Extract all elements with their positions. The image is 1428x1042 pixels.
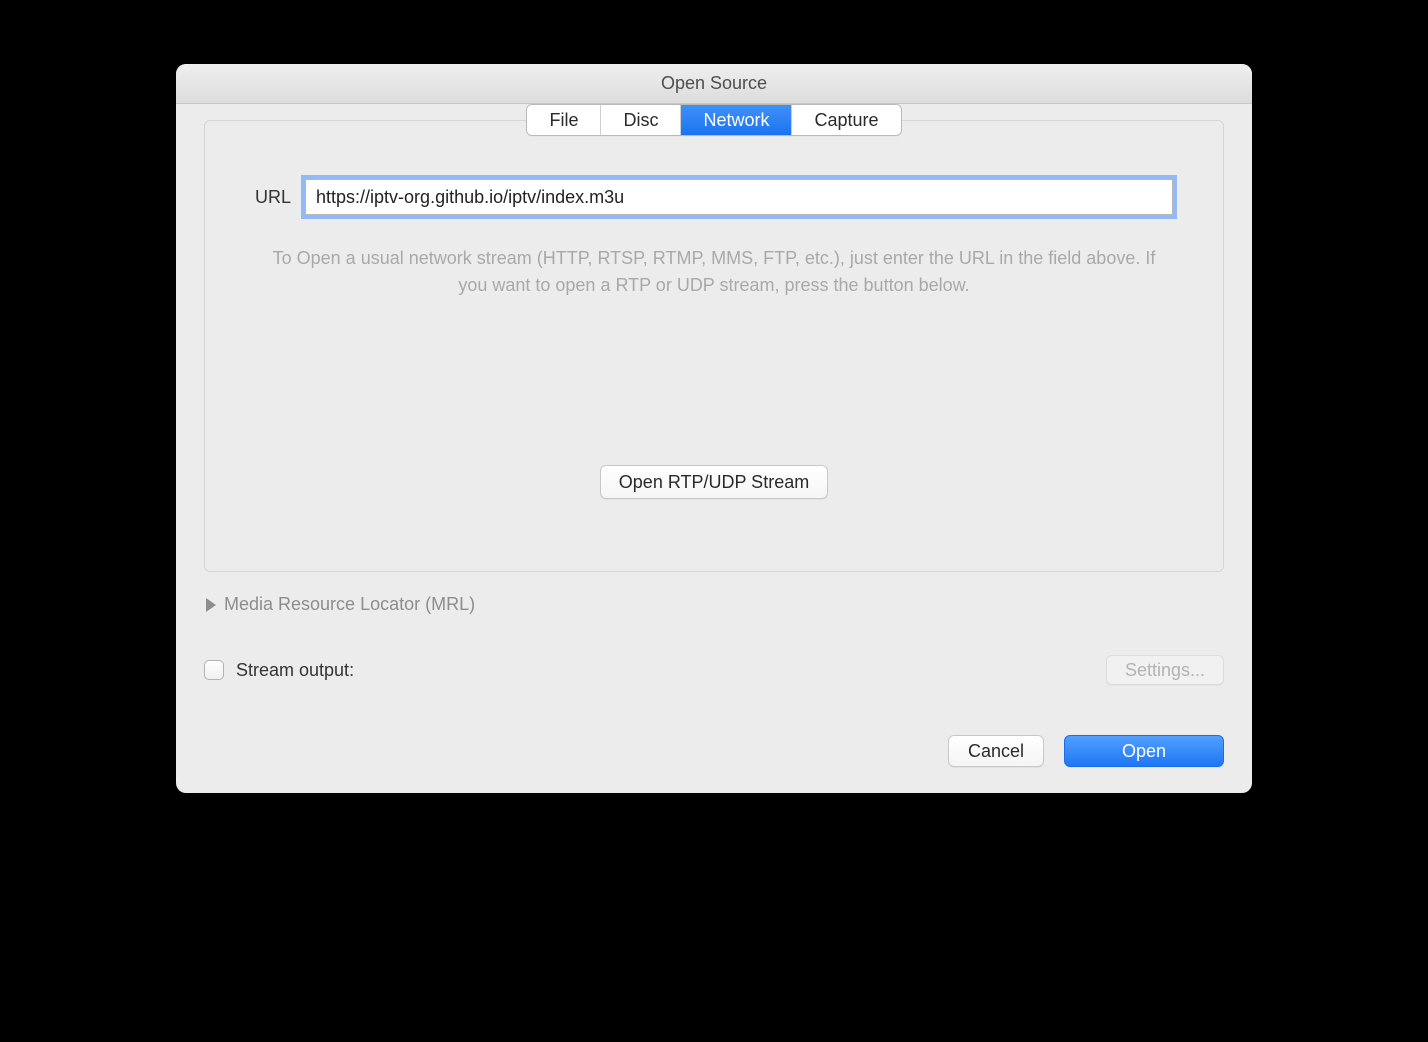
tab-capture[interactable]: Capture (792, 105, 900, 135)
tab-bar: File Disc Network Capture (204, 104, 1224, 136)
dialog-footer: Cancel Open (204, 735, 1224, 767)
tab-file[interactable]: File (527, 105, 601, 135)
mrl-label: Media Resource Locator (MRL) (224, 594, 475, 615)
network-panel: URL To Open a usual network stream (HTTP… (204, 120, 1224, 572)
stream-output-row: Stream output: Settings... (204, 655, 1224, 685)
url-row: URL (255, 179, 1173, 215)
rtp-row: Open RTP/UDP Stream (255, 465, 1173, 499)
mrl-disclosure[interactable]: Media Resource Locator (MRL) (204, 594, 1224, 615)
url-label: URL (255, 187, 291, 208)
url-input[interactable] (305, 179, 1173, 215)
open-source-dialog: Open Source File Disc Network Capture UR… (176, 64, 1252, 793)
disclosure-triangle-icon (206, 598, 216, 612)
source-segmented-control: File Disc Network Capture (526, 104, 901, 136)
open-button[interactable]: Open (1064, 735, 1224, 767)
stream-output-left: Stream output: (204, 660, 354, 681)
stream-output-checkbox[interactable] (204, 660, 224, 680)
network-help-text: To Open a usual network stream (HTTP, RT… (264, 245, 1164, 299)
cancel-button[interactable]: Cancel (948, 735, 1044, 767)
window-title: Open Source (176, 64, 1252, 104)
tab-network[interactable]: Network (681, 105, 792, 135)
dialog-body: File Disc Network Capture URL To Open a … (176, 104, 1252, 793)
settings-button[interactable]: Settings... (1106, 655, 1224, 685)
url-input-wrap (305, 179, 1173, 215)
stream-output-label: Stream output: (236, 660, 354, 681)
open-rtp-udp-button[interactable]: Open RTP/UDP Stream (600, 465, 828, 499)
tab-disc[interactable]: Disc (601, 105, 681, 135)
